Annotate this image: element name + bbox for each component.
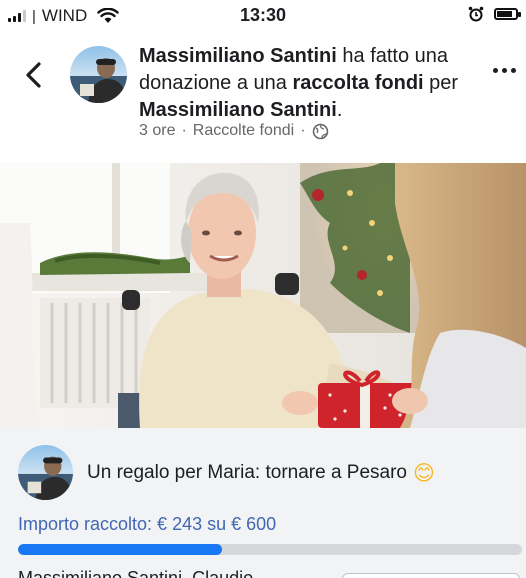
battery-fill	[497, 11, 512, 17]
post-header-text: Massimiliano Santini ha fatto una donazi…	[139, 43, 469, 124]
clock: 13:30	[239, 5, 287, 25]
post-time[interactable]: 3 ore	[139, 122, 175, 140]
amount-raised: Importo raccolto: € 243 su € 600	[18, 514, 277, 534]
post-category: Raccolte fondi	[192, 122, 295, 139]
progress-fill	[18, 544, 223, 555]
fundraiser-progress-bar	[18, 544, 522, 555]
globe-icon	[312, 123, 328, 139]
donors-preview: Massimiliano Santini, Claudio	[18, 568, 254, 578]
meta-separator-2: ·	[300, 122, 306, 139]
battery-icon	[494, 8, 521, 20]
fundraiser-avatar	[18, 445, 73, 500]
post-meta: 3 ore · Raccolte fondi ·	[139, 122, 329, 140]
more-options-icon	[493, 68, 498, 73]
fundraiser-link[interactable]: raccolta fondi	[292, 72, 423, 94]
fundraiser-title[interactable]: Un regalo per Maria: tornare a Pesaro 😊	[87, 461, 435, 485]
donate-button[interactable]	[342, 573, 520, 578]
fundraiser-title-text: Un regalo per Maria: tornare a Pesaro	[87, 462, 407, 483]
alarm-icon	[468, 6, 484, 22]
author-name-link[interactable]: Massimiliano Santini	[139, 45, 337, 67]
smile-emoji-icon: 😊	[413, 461, 435, 485]
action-text-2: per	[423, 72, 459, 94]
author-avatar[interactable]	[70, 46, 127, 103]
status-bar: | WIND 13:30	[0, 0, 526, 30]
meta-separator: ·	[181, 122, 187, 139]
beneficiary-link[interactable]: Massimiliano Santini	[139, 99, 337, 121]
back-arrow-icon	[26, 62, 41, 88]
fundraiser-card[interactable]: Un regalo per Maria: tornare a Pesaro 😊 …	[0, 428, 526, 578]
back-button[interactable]	[20, 58, 48, 92]
status-right	[468, 6, 521, 22]
fundraiser-photo[interactable]	[0, 163, 526, 428]
more-options-button[interactable]	[493, 68, 516, 73]
end-punctuation: .	[336, 99, 343, 121]
